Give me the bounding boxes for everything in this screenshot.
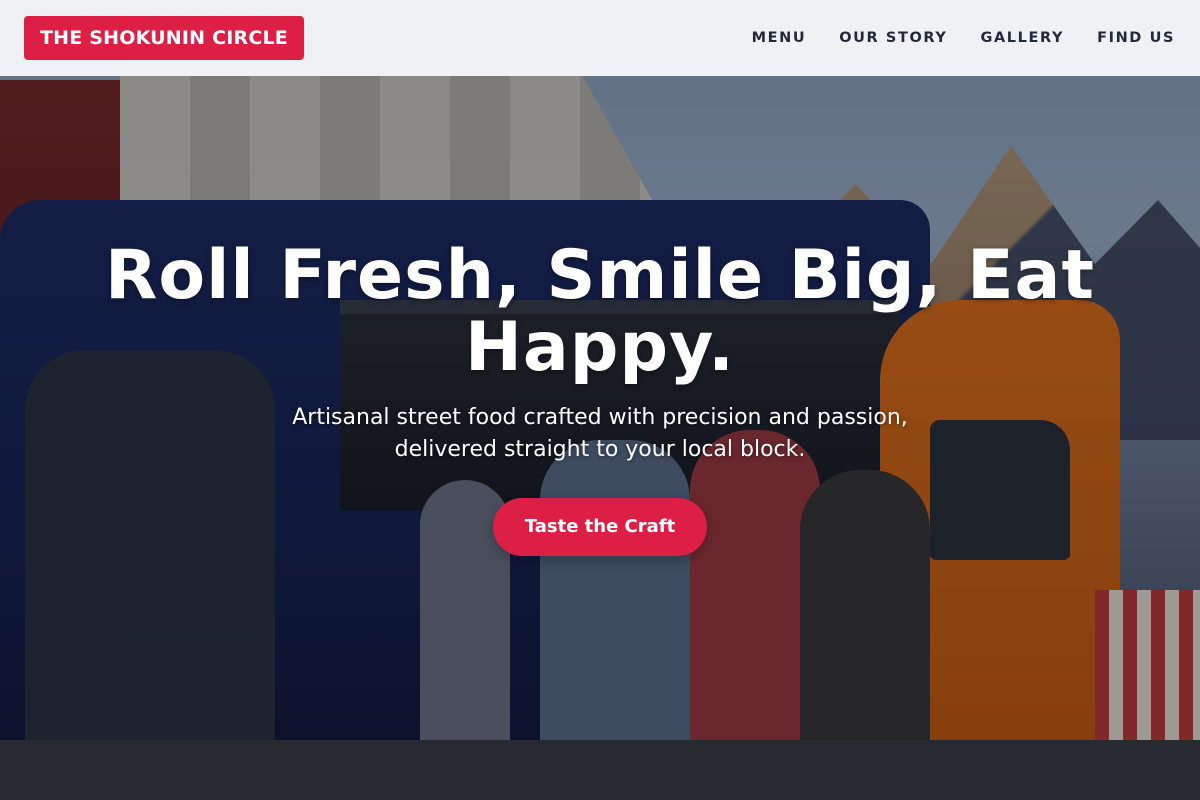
hero-headline: Roll Fresh, Smile Big, Eat Happy.	[105, 236, 1095, 387]
navbar: THE SHOKUNIN CIRCLE MENU OUR STORY GALLE…	[0, 0, 1200, 76]
nav-link-menu[interactable]: MENU	[752, 30, 807, 46]
taste-the-craft-button[interactable]: Taste the Craft	[492, 498, 708, 556]
nav-links: MENU OUR STORY GALLERY FIND US	[752, 30, 1175, 46]
nav-link-gallery[interactable]: GALLERY	[980, 30, 1064, 46]
brand-logo-button[interactable]: THE SHOKUNIN CIRCLE	[24, 16, 304, 60]
hero-content: Roll Fresh, Smile Big, Eat Happy. Artisa…	[0, 240, 1200, 556]
hero-subheadline: Artisanal street food crafted with preci…	[292, 405, 908, 462]
nav-link-our-story[interactable]: OUR STORY	[839, 30, 947, 46]
nav-link-find-us[interactable]: FIND US	[1097, 30, 1175, 46]
